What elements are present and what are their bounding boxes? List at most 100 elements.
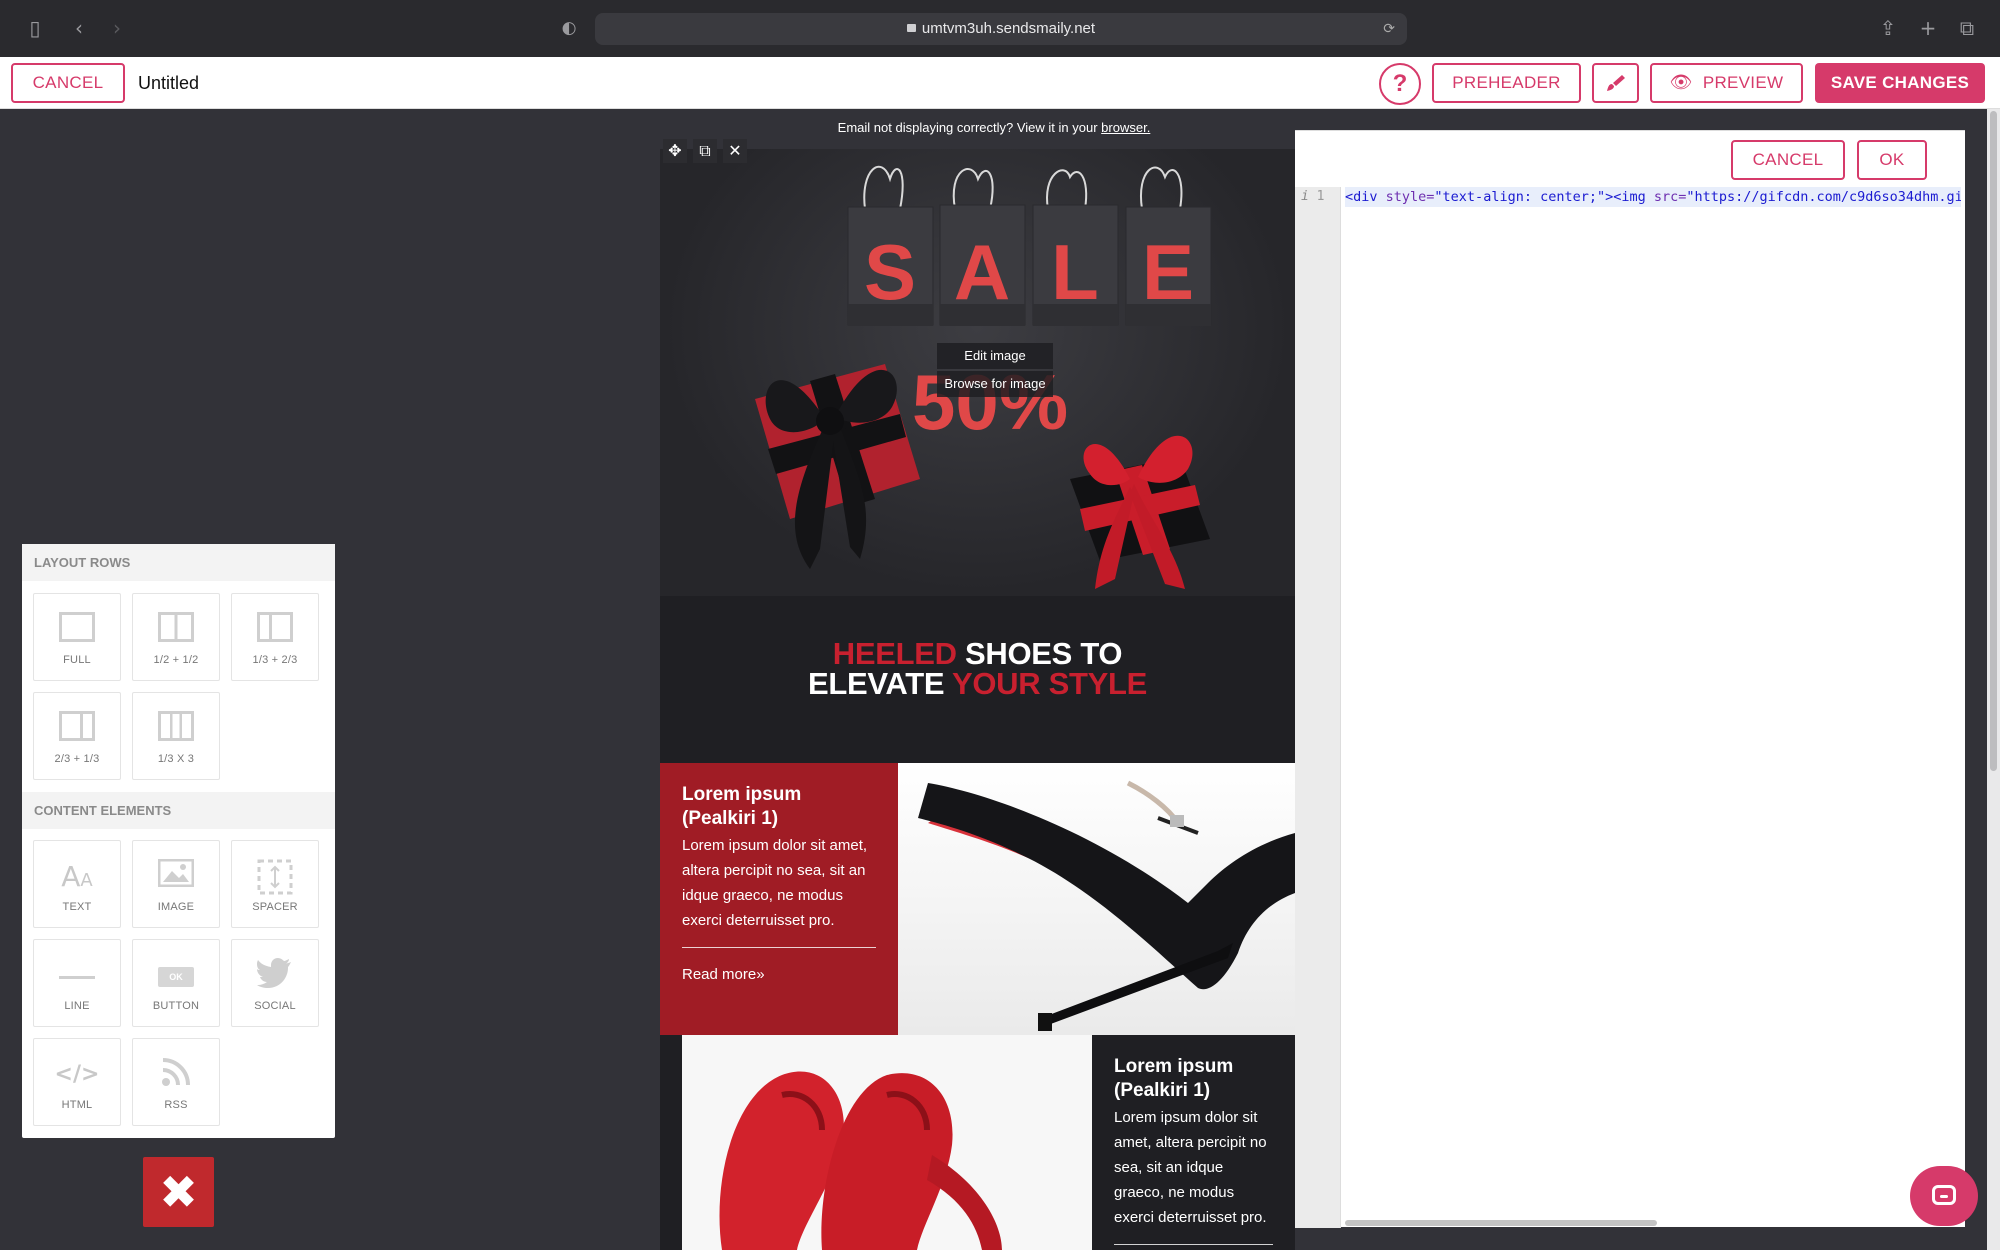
layout-thirds-icon <box>133 711 219 747</box>
layout-full-icon <box>34 612 120 648</box>
layout-thirds-tile[interactable]: 1/3 X 3 <box>132 692 220 780</box>
layout-third-twothirds-icon <box>232 612 318 648</box>
preview-label: PREVIEW <box>1702 73 1784 92</box>
page-scrollbar[interactable] <box>1987 109 2000 1250</box>
edit-image-option[interactable]: Edit image <box>937 343 1053 369</box>
layout-half-half-icon <box>133 612 219 648</box>
url-text: umtvm3uh.sendsmaily.net <box>921 20 1096 37</box>
element-html-label: HTML <box>61 1099 93 1111</box>
element-text-tile[interactable]: AA TEXT <box>33 840 121 928</box>
spacer-icon <box>232 859 318 895</box>
chat-button[interactable] <box>1910 1166 1978 1226</box>
page-scrollbar-thumb[interactable] <box>1990 111 1997 771</box>
elements-sidebar: LAYOUT ROWS FULL 1/2 + 1/2 1/3 + 2/3 2/3… <box>22 544 335 1138</box>
element-html-tile[interactable]: </> HTML <box>33 1038 121 1126</box>
gift-box-right <box>1070 435 1210 589</box>
sale-letter-s: S <box>864 228 916 316</box>
text-card-2[interactable]: Lorem ipsum (Pealkiri 1) Lorem ipsum dol… <box>1092 1035 1295 1250</box>
view-in-browser-link[interactable]: browser. <box>1101 120 1150 135</box>
editor-cancel-button[interactable]: CANCEL <box>1731 140 1845 180</box>
editor-gutter <box>1295 187 1341 1228</box>
document-title[interactable]: Untitled <box>138 73 199 94</box>
read-more-link[interactable]: Read more» <box>682 966 876 983</box>
image-icon <box>133 858 219 895</box>
black-heel-image <box>918 780 1295 1031</box>
help-button[interactable]: ? <box>1379 63 1421 105</box>
block-tools: ✥ ⧉ ✕ <box>663 139 753 163</box>
move-block-icon[interactable]: ✥ <box>663 139 687 163</box>
reload-icon[interactable]: ⟳ <box>1383 13 1395 45</box>
layout-third-twothirds-label: 1/3 + 2/3 <box>252 654 298 666</box>
element-spacer-label: SPACER <box>252 901 298 913</box>
element-rss-label: RSS <box>164 1099 188 1111</box>
image-menu: Edit image Browse for image <box>937 343 1053 399</box>
close-sidebar-button[interactable]: ✖ <box>143 1157 214 1227</box>
info-icon: i <box>1301 189 1309 204</box>
share-icon[interactable]: ⇪ <box>1875 15 1901 41</box>
element-button-tile[interactable]: OK BUTTON <box>132 939 220 1027</box>
email-preview: S A L E 50% HEELED SHOES TO ELEVATE YOUR… <box>660 149 1295 1250</box>
layout-third-twothirds-tile[interactable]: 1/3 + 2/3 <box>231 593 319 681</box>
editor-hscroll[interactable] <box>1345 1219 1961 1227</box>
headline-red-2: YOUR STYLE <box>951 666 1148 701</box>
layout-full-label: FULL <box>63 654 91 666</box>
preview-button[interactable]: 👁 PREVIEW <box>1650 63 1803 103</box>
browse-image-option[interactable]: Browse for image <box>937 371 1053 397</box>
browser-chrome: ▯ ‹ › ◐ umtvm3uh.sendsmaily.net ⟳ ⇪ + ⧉ <box>0 0 2000 57</box>
layout-twothirds-third-label: 2/3 + 1/3 <box>54 753 100 765</box>
save-changes-button[interactable]: SAVE CHANGES <box>1815 63 1985 103</box>
code-icon: </> <box>54 1062 100 1087</box>
element-line-tile[interactable]: LINE <box>33 939 121 1027</box>
shield-icon[interactable]: ◐ <box>556 15 582 41</box>
sale-letter-e: E <box>1142 228 1194 316</box>
element-line-label: LINE <box>64 1000 90 1012</box>
card1-body: Lorem ipsum dolor sit amet, altera perci… <box>682 837 868 929</box>
code-line[interactable]: <div style="text-align: center;"><img sr… <box>1345 187 1961 207</box>
editor-hscroll-thumb[interactable] <box>1345 1220 1657 1226</box>
headline[interactable]: HEELED SHOES TO ELEVATE YOUR STYLE <box>660 638 1295 701</box>
button-icon: OK <box>133 958 219 994</box>
close-icon: ✖ <box>159 1165 198 1219</box>
brush-icon <box>1606 75 1625 91</box>
element-social-tile[interactable]: SOCIAL <box>231 939 319 1027</box>
text-card-1[interactable]: Lorem ipsum (Pealkiri 1) Lorem ipsum dol… <box>660 763 898 1035</box>
back-icon[interactable]: ‹ <box>66 15 92 41</box>
element-spacer-tile[interactable]: SPACER <box>231 840 319 928</box>
card2-title: Lorem ipsum (Pealkiri 1) <box>1114 1056 1234 1101</box>
layout-thirds-label: 1/3 X 3 <box>157 753 195 765</box>
shoe-photo-2[interactable] <box>682 1035 1092 1250</box>
layout-half-half-tile[interactable]: 1/2 + 1/2 <box>132 593 220 681</box>
layout-twothirds-third-icon <box>34 711 120 747</box>
content-elements-heading: CONTENT ELEMENTS <box>22 792 335 829</box>
element-image-label: IMAGE <box>157 901 195 913</box>
settings-block-icon[interactable]: ✕ <box>723 139 747 163</box>
shoe-photo-1[interactable] <box>898 763 1295 1035</box>
style-button[interactable] <box>1592 63 1639 103</box>
sale-letter-a: A <box>954 228 1010 316</box>
gift-box-left <box>755 364 920 569</box>
layout-full-tile[interactable]: FULL <box>33 593 121 681</box>
card2-body: Lorem ipsum dolor sit amet, altera perci… <box>1114 1109 1267 1226</box>
line-number: i 1 <box>1301 189 1325 204</box>
forward-icon[interactable]: › <box>104 15 130 41</box>
tabs-overview-icon[interactable]: ⧉ <box>1954 15 1980 41</box>
card1-title: Lorem ipsum (Pealkiri 1) <box>682 784 802 829</box>
layout-twothirds-third-tile[interactable]: 2/3 + 1/3 <box>33 692 121 780</box>
duplicate-block-icon[interactable]: ⧉ <box>693 139 717 163</box>
sidebar-toggle-icon[interactable]: ▯ <box>22 15 48 41</box>
element-image-tile[interactable]: IMAGE <box>132 840 220 928</box>
preheader-button[interactable]: PREHEADER <box>1432 63 1581 103</box>
email-notice: Email not displaying correctly? View it … <box>660 120 1328 135</box>
card2-divider <box>1114 1244 1273 1245</box>
element-text-label: TEXT <box>62 901 92 913</box>
new-tab-icon[interactable]: + <box>1915 15 1941 41</box>
card1-divider <box>682 947 876 948</box>
layout-half-half-label: 1/2 + 1/2 <box>153 654 199 666</box>
line-icon <box>34 958 120 994</box>
cancel-button[interactable]: CANCEL <box>11 63 125 103</box>
red-heel-image <box>719 1071 1002 1250</box>
layout-rows-heading: LAYOUT ROWS <box>22 544 335 581</box>
address-bar[interactable]: umtvm3uh.sendsmaily.net ⟳ <box>595 13 1407 45</box>
editor-ok-button[interactable]: OK <box>1857 140 1927 180</box>
element-rss-tile[interactable]: RSS <box>132 1038 220 1126</box>
